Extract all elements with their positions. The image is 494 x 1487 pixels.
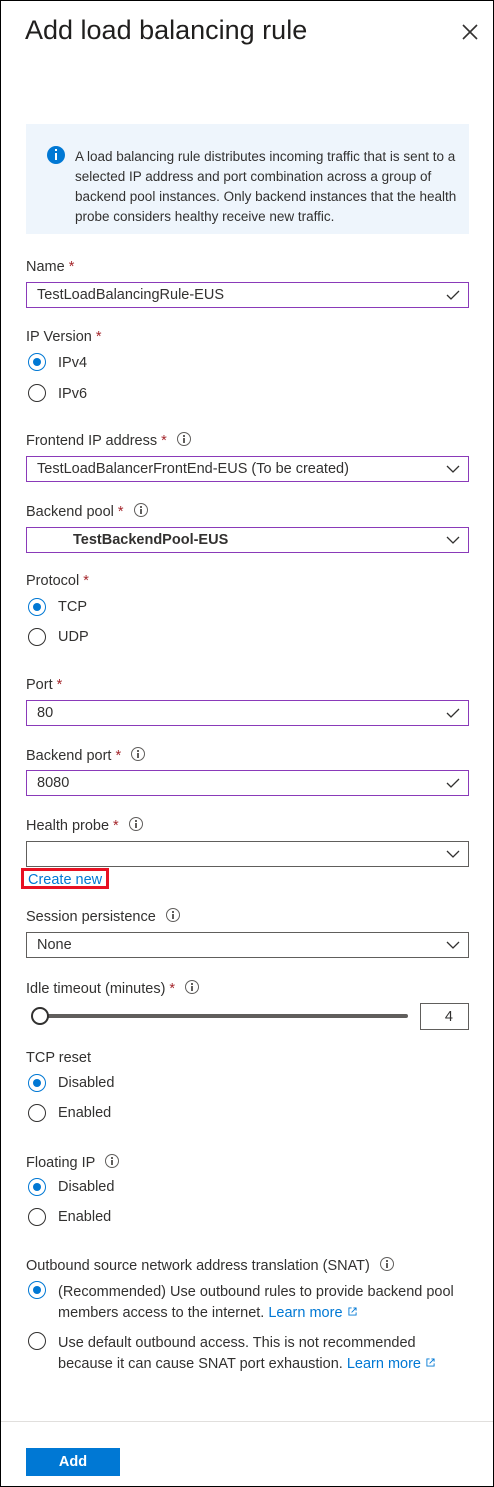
radio-floating-ip-enabled[interactable] — [28, 1208, 46, 1226]
radio-tcp-reset-enabled-label: Enabled — [58, 1105, 112, 1121]
tcp-reset-label: TCP reset — [26, 1050, 92, 1066]
idle-timeout-slider-track[interactable] — [39, 1014, 408, 1018]
session-persistence-label: Session persistence — [26, 908, 180, 925]
backend-pool-dropdown[interactable]: TestBackendPool-EUS — [26, 527, 469, 553]
info-tooltip-icon[interactable] — [105, 1154, 120, 1168]
port-input[interactable]: 80 — [26, 700, 469, 726]
port-value: 80 — [37, 705, 54, 721]
chevron-down-icon — [446, 536, 460, 544]
snat-option1-text: (Recommended) Use outbound rules to prov… — [58, 1284, 454, 1321]
protocol-label: Protocol * — [26, 573, 89, 589]
create-new-link[interactable]: Create new — [28, 872, 102, 888]
idle-timeout-label: Idle timeout (minutes) * — [26, 980, 200, 997]
frontend-ip-dropdown[interactable]: TestLoadBalancerFrontEnd-EUS (To be crea… — [26, 456, 469, 482]
chevron-down-icon — [446, 941, 460, 949]
radio-tcp[interactable] — [28, 598, 46, 616]
port-label: Port * — [26, 677, 63, 693]
required-asterisk: * — [56, 677, 63, 693]
health-probe-label: Health probe * — [26, 817, 143, 834]
radio-tcp-reset-disabled[interactable] — [28, 1074, 46, 1092]
health-probe-dropdown[interactable] — [26, 841, 469, 867]
radio-ipv4-label: IPv4 — [58, 355, 88, 371]
required-asterisk: * — [117, 504, 124, 520]
radio-tcp-reset-enabled[interactable] — [28, 1104, 46, 1122]
checkmark-icon — [446, 290, 460, 300]
session-persistence-dropdown[interactable]: None — [26, 932, 469, 958]
info-tooltip-icon[interactable] — [176, 432, 191, 446]
radio-floating-ip-disabled[interactable] — [28, 1178, 46, 1196]
required-asterisk: * — [83, 573, 89, 589]
checkmark-icon — [446, 708, 460, 718]
name-label: Name * — [26, 259, 75, 275]
checkmark-icon — [446, 778, 460, 788]
radio-snat-outbound-rules[interactable] — [28, 1281, 46, 1299]
info-tooltip-icon[interactable] — [185, 980, 200, 994]
idle-timeout-input[interactable]: 4 — [420, 1003, 469, 1030]
info-tooltip-icon[interactable] — [128, 817, 143, 831]
required-asterisk: * — [68, 259, 75, 275]
snat-label: Outbound source network address translat… — [26, 1257, 394, 1274]
radio-floating-ip-enabled-label: Enabled — [58, 1209, 112, 1225]
required-asterisk: * — [113, 818, 119, 834]
frontend-ip-label: Frontend IP address * — [26, 432, 191, 449]
chevron-down-icon — [446, 850, 460, 858]
required-asterisk: * — [161, 433, 167, 449]
required-asterisk: * — [95, 329, 102, 345]
radio-ipv6[interactable] — [28, 384, 46, 402]
create-new-highlight: Create new — [21, 868, 109, 889]
name-value: TestLoadBalancingRule-EUS — [37, 287, 224, 303]
close-icon[interactable] — [455, 17, 485, 47]
radio-ipv4[interactable] — [28, 353, 46, 371]
info-tooltip-icon[interactable] — [133, 503, 148, 517]
ip-version-label: IP Version * — [26, 329, 102, 345]
backend-port-value: 8080 — [37, 775, 70, 791]
snat-option2-text: Use default outbound access. This is not… — [58, 1333, 468, 1375]
external-link-icon — [347, 1307, 357, 1316]
footer-divider — [1, 1421, 493, 1422]
session-persistence-value: None — [37, 937, 72, 953]
add-button[interactable]: Add — [26, 1448, 120, 1476]
chevron-down-icon — [446, 465, 460, 473]
radio-udp[interactable] — [28, 628, 46, 646]
info-icon — [47, 146, 65, 164]
radio-tcp-reset-disabled-label: Disabled — [58, 1075, 115, 1091]
info-tooltip-icon[interactable] — [131, 747, 146, 761]
backend-pool-value: TestBackendPool-EUS — [73, 532, 229, 548]
required-asterisk: * — [115, 748, 122, 764]
backend-port-input[interactable]: 8080 — [26, 770, 469, 796]
external-link-icon — [426, 1358, 435, 1367]
panel: Add load balancing rule A load balancing… — [0, 0, 494, 1487]
info-tooltip-icon[interactable] — [165, 908, 180, 922]
radio-tcp-label: TCP — [58, 599, 87, 615]
learn-more-link[interactable]: Learn more — [268, 1305, 342, 1321]
required-asterisk: * — [169, 981, 176, 997]
radio-snat-default[interactable] — [28, 1332, 46, 1350]
page-title: Add load balancing rule — [25, 15, 308, 45]
info-text: A load balancing rule distributes incomi… — [75, 149, 457, 224]
frontend-ip-value: TestLoadBalancerFrontEnd-EUS (To be crea… — [37, 461, 349, 477]
idle-timeout-value: 4 — [444, 1009, 453, 1025]
idle-timeout-slider-thumb[interactable] — [31, 1007, 49, 1025]
info-tooltip-icon[interactable] — [379, 1257, 394, 1271]
backend-port-label: Backend port * — [26, 747, 146, 764]
radio-ipv6-label: IPv6 — [58, 386, 88, 402]
learn-more-link[interactable]: Learn more — [347, 1356, 421, 1372]
radio-udp-label: UDP — [58, 629, 89, 645]
name-input[interactable]: TestLoadBalancingRule-EUS — [26, 282, 469, 308]
radio-floating-ip-disabled-label: Disabled — [58, 1179, 115, 1195]
floating-ip-label: Floating IP — [26, 1154, 120, 1171]
backend-pool-label: Backend pool * — [26, 503, 148, 520]
